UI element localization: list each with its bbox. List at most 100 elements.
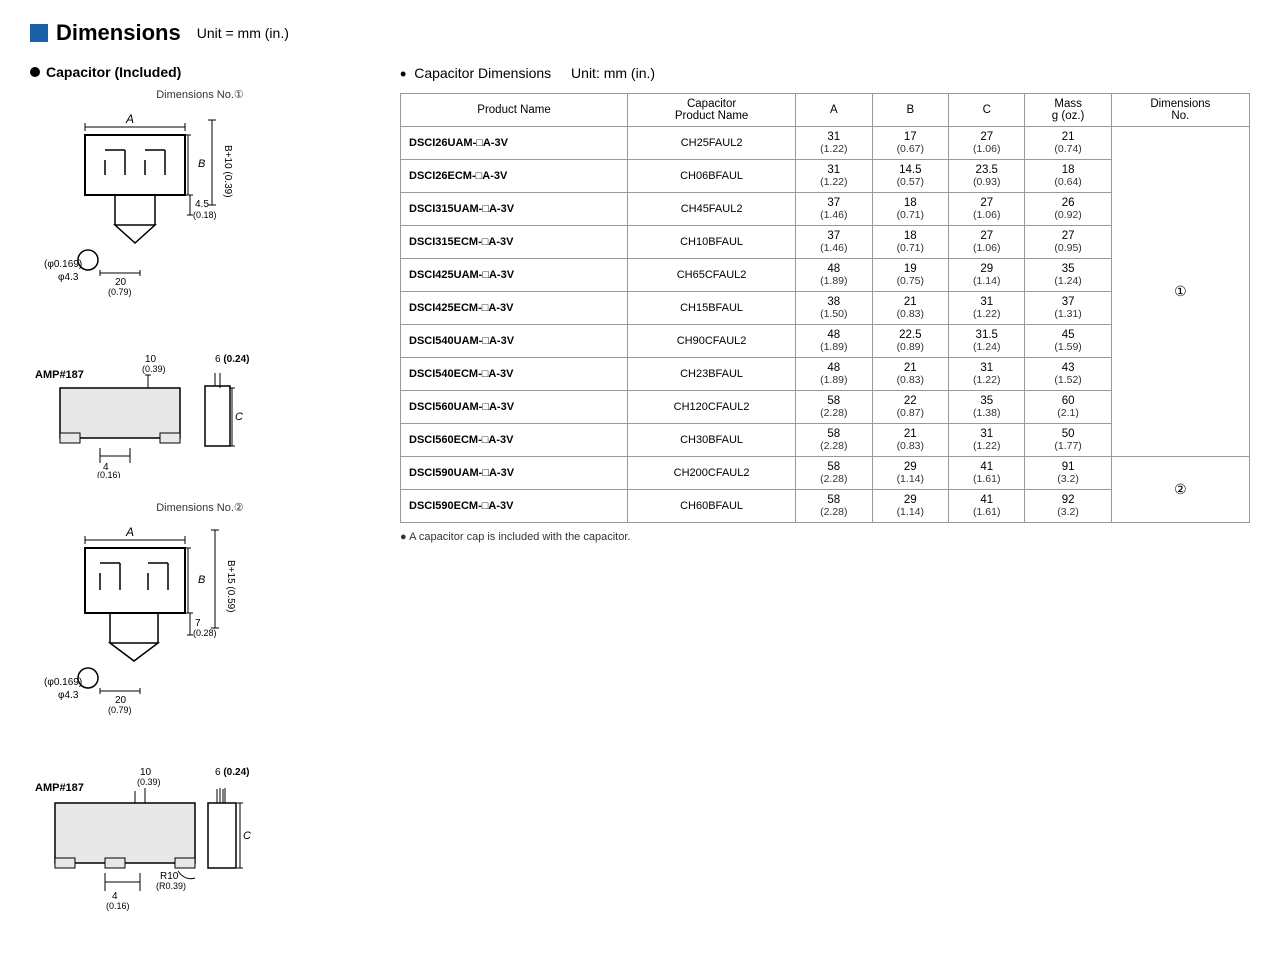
cell-a: 58(2.28) [796,391,872,424]
cell-a: 58(2.28) [796,424,872,457]
cell-b: 14.5(0.57) [872,160,948,193]
cell-b: 18(0.71) [872,193,948,226]
cell-b: 29(1.14) [872,490,948,523]
main-layout: Capacitor (Included) Dimensions No.① A [30,64,1250,944]
cell-c: 27(1.06) [949,226,1025,259]
cell-mass: 50(1.77) [1025,424,1111,457]
diagram-2-label: Dimensions No.② [30,501,370,514]
cell-b: 17(0.67) [872,127,948,160]
col-dim-no: DimensionsNo. [1111,94,1249,127]
cell-a: 37(1.46) [796,193,872,226]
col-product-name: Product Name [401,94,628,127]
cell-mass: 91(3.2) [1025,457,1111,490]
svg-text:(0.79): (0.79) [108,287,132,297]
cell-c: 35(1.38) [949,391,1025,424]
svg-text:6 (0.24): 6 (0.24) [215,354,249,365]
cell-product-name: DSCI540ECM-□A-3V [401,358,628,391]
cell-cap-product-name: CH23BFAUL [628,358,796,391]
cell-mass: 37(1.31) [1025,292,1111,325]
cell-b: 21(0.83) [872,358,948,391]
cell-c: 31(1.22) [949,292,1025,325]
section-title-capacitor: Capacitor (Included) [30,64,370,80]
cell-product-name: DSCI425UAM-□A-3V [401,259,628,292]
cell-cap-product-name: CH200CFAUL2 [628,457,796,490]
header-title: Dimensions Unit = mm (in.) [30,20,289,46]
cell-a: 31(1.22) [796,127,872,160]
svg-text:6 (0.24): 6 (0.24) [215,767,249,778]
footnote: ● A capacitor cap is included with the c… [400,531,1250,543]
cell-c: 41(1.61) [949,457,1025,490]
cell-c: 27(1.06) [949,127,1025,160]
cell-a: 37(1.46) [796,226,872,259]
svg-text:(0.39): (0.39) [137,777,161,787]
footnote-text: A capacitor cap is included with the cap… [409,531,630,543]
svg-text:AMP#187: AMP#187 [35,782,84,794]
unit-label: Unit = mm (in.) [197,25,289,41]
svg-text:B+15 (0.59): B+15 (0.59) [225,560,236,613]
cell-c: 31(1.22) [949,424,1025,457]
cell-product-name: DSCI590UAM-□A-3V [401,457,628,490]
cell-cap-product-name: CH60BFAUL [628,490,796,523]
cell-b: 29(1.14) [872,457,948,490]
svg-text:(0.16): (0.16) [97,470,121,478]
table-row: DSCI26UAM-□A-3VCH25FAUL231(1.22)17(0.67)… [401,127,1250,160]
col-mass: Massg (oz.) [1025,94,1111,127]
cell-product-name: DSCI26ECM-□A-3V [401,160,628,193]
cell-b: 22.5(0.89) [872,325,948,358]
diagram-1b-container: AMP#187 10 (0.39) 6 (0.24) C [30,348,370,481]
cell-cap-product-name: CH06BFAUL [628,160,796,193]
cell-a: 38(1.50) [796,292,872,325]
cell-cap-product-name: CH120CFAUL2 [628,391,796,424]
cell-product-name: DSCI315ECM-□A-3V [401,226,628,259]
svg-text:(0.18): (0.18) [193,210,217,220]
cell-mass: 92(3.2) [1025,490,1111,523]
bullet-dot-icon: • [400,64,406,84]
cell-mass: 18(0.64) [1025,160,1111,193]
diagram-1-container: Dimensions No.① A B [30,88,370,328]
svg-text:A: A [125,525,134,539]
page-header: Dimensions Unit = mm (in.) [30,20,1250,46]
svg-text:(0.28): (0.28) [193,628,217,638]
cell-mass: 26(0.92) [1025,193,1111,226]
cell-mass: 27(0.95) [1025,226,1111,259]
right-column: • Capacitor Dimensions Unit: mm (in.) Pr… [400,64,1250,944]
cell-product-name: DSCI560ECM-□A-3V [401,424,628,457]
svg-text:φ4.3: φ4.3 [58,272,79,283]
cell-c: 23.5(0.93) [949,160,1025,193]
diagram-2b-container: AMP#187 10 (0.39) 6 (0.24) [30,761,370,924]
svg-text:C: C [243,830,251,842]
cell-cap-product-name: CH25FAUL2 [628,127,796,160]
svg-text:(φ0.169): (φ0.169) [44,677,82,688]
diagram-2b-svg: AMP#187 10 (0.39) 6 (0.24) [30,761,330,921]
cell-dim-no-2: ② [1111,457,1249,523]
cell-mass: 43(1.52) [1025,358,1111,391]
cell-product-name: DSCI590ECM-□A-3V [401,490,628,523]
page-title: Dimensions [56,20,181,46]
svg-text:B: B [198,574,205,586]
svg-text:B: B [198,158,205,170]
col-c: C [949,94,1025,127]
diagram-1b-svg: AMP#187 10 (0.39) 6 (0.24) C [30,348,330,478]
cell-c: 31(1.22) [949,358,1025,391]
cell-cap-product-name: CH15BFAUL [628,292,796,325]
cell-product-name: DSCI425ECM-□A-3V [401,292,628,325]
cell-b: 19(0.75) [872,259,948,292]
svg-text:C: C [235,411,243,423]
svg-text:(0.39): (0.39) [142,364,166,374]
diagram-2-container: A B [30,518,370,741]
cap-dim-header: • Capacitor Dimensions Unit: mm (in.) [400,64,1250,85]
svg-text:(0.16): (0.16) [106,901,130,911]
svg-text:4.5: 4.5 [195,199,209,210]
cell-b: 18(0.71) [872,226,948,259]
diagram-2-svg: A B [30,518,330,738]
svg-text:(φ0.169): (φ0.169) [44,259,82,270]
cell-cap-product-name: CH65CFAUL2 [628,259,796,292]
cell-mass: 35(1.24) [1025,259,1111,292]
cell-c: 29(1.14) [949,259,1025,292]
cell-cap-product-name: CH30BFAUL [628,424,796,457]
blue-box-icon [30,24,48,42]
svg-text:AMP#187: AMP#187 [35,369,84,381]
diagram-1-svg: A B [30,105,330,325]
cell-cap-product-name: CH90CFAUL2 [628,325,796,358]
svg-text:B+10 (0.39): B+10 (0.39) [222,145,233,198]
